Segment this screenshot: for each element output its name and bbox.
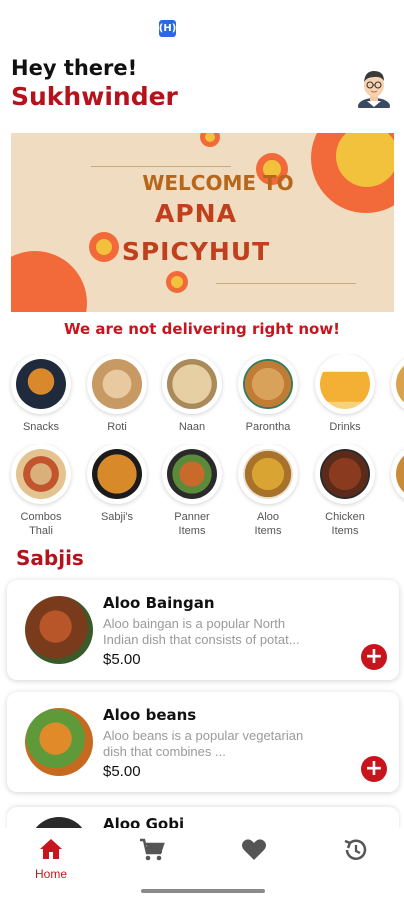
category-label: Roti <box>107 421 127 433</box>
category-drinks[interactable]: Drinks <box>312 354 378 434</box>
item-price: $5.00 <box>103 763 141 780</box>
banner-title-line1: APNA <box>155 199 237 228</box>
history-icon <box>344 839 367 860</box>
parontha-image <box>243 359 293 409</box>
chicken-image <box>320 449 370 499</box>
username-text: Sukhwinder <box>11 82 178 111</box>
avatar[interactable] <box>356 66 392 108</box>
category-sabjis[interactable]: Sabji's <box>84 444 150 524</box>
banner-title-line2: SPICYHUT <box>121 237 271 266</box>
roti-image <box>92 359 142 409</box>
aloo-image <box>243 449 293 499</box>
category-row-2: Combos Thali Sabji's Panner Items Aloo I… <box>0 444 404 534</box>
status-app-icon: (H) <box>159 20 176 37</box>
nav-history[interactable] <box>325 838 385 867</box>
delivery-notice: We are not delivering right now! <box>63 320 341 338</box>
item-price: $5.00 <box>103 651 141 668</box>
section-title: Sabjis <box>16 546 84 570</box>
naan-image <box>167 359 217 409</box>
category-naan[interactable]: Naan <box>159 354 225 434</box>
category-panner-items[interactable]: Panner Items <box>159 444 225 534</box>
greeting-header: Hey there! Sukhwinder <box>11 56 393 116</box>
snacks-image <box>16 359 66 409</box>
category-label: Sabji's <box>100 511 134 523</box>
category-label: Aloo Items <box>254 511 282 534</box>
category-label: Snacks <box>22 421 60 433</box>
cart-icon <box>140 838 165 861</box>
category-label: Panner Items <box>174 511 210 534</box>
aloo-baingan-image <box>25 596 93 664</box>
thali-image <box>16 449 66 499</box>
menu-item-card[interactable]: Aloo Baingan Aloo baingan is a popular N… <box>7 580 399 680</box>
category-parontha[interactable]: Parontha <box>235 354 301 434</box>
item-name: Aloo Baingan <box>103 594 215 612</box>
category-row-1: Snacks Roti Naan Parontha Drinks <box>0 354 404 444</box>
category-roti[interactable]: Roti <box>84 354 150 434</box>
sabji-image <box>92 449 142 499</box>
category-label: Chicken Items <box>325 511 365 534</box>
item-description: Aloo baingan is a popular North Indian d… <box>103 616 300 647</box>
category-label: Combos Thali <box>20 511 62 534</box>
panner-image <box>167 449 217 499</box>
category-more[interactable] <box>388 354 404 414</box>
nav-home[interactable]: Home <box>21 838 81 881</box>
menu-item-card[interactable]: Aloo beans Aloo beans is a popular veget… <box>7 692 399 792</box>
banner-welcome-text: WELCOME TO <box>142 171 294 195</box>
home-icon <box>40 839 62 859</box>
drinks-image <box>320 359 370 409</box>
category-label: Drinks <box>329 421 361 433</box>
item-name: Aloo beans <box>103 706 197 724</box>
nav-home-label: Home <box>34 867 67 881</box>
category-aloo-items[interactable]: Aloo Items <box>235 444 301 534</box>
category-label: Parontha <box>245 421 291 433</box>
category-chicken-items[interactable]: Chicken Items <box>312 444 378 534</box>
welcome-banner[interactable]: WELCOME TO APNA SPICYHUT <box>11 133 394 312</box>
add-to-cart-button[interactable]: + <box>361 756 387 782</box>
category-snacks[interactable]: Snacks <box>8 354 74 434</box>
category-more-2[interactable] <box>388 444 404 504</box>
item-description: Aloo beans is a popular vegetarian dish … <box>103 728 304 759</box>
category-combos-thali[interactable]: Combos Thali <box>8 444 74 534</box>
greeting-text: Hey there! <box>11 56 138 80</box>
aloo-beans-image <box>25 708 93 776</box>
gesture-home-indicator[interactable] <box>141 889 265 893</box>
heart-icon <box>242 839 266 860</box>
nav-cart[interactable] <box>122 838 182 867</box>
add-to-cart-button[interactable]: + <box>361 644 387 670</box>
nav-favorites[interactable] <box>224 838 284 867</box>
category-label: Naan <box>178 421 206 433</box>
